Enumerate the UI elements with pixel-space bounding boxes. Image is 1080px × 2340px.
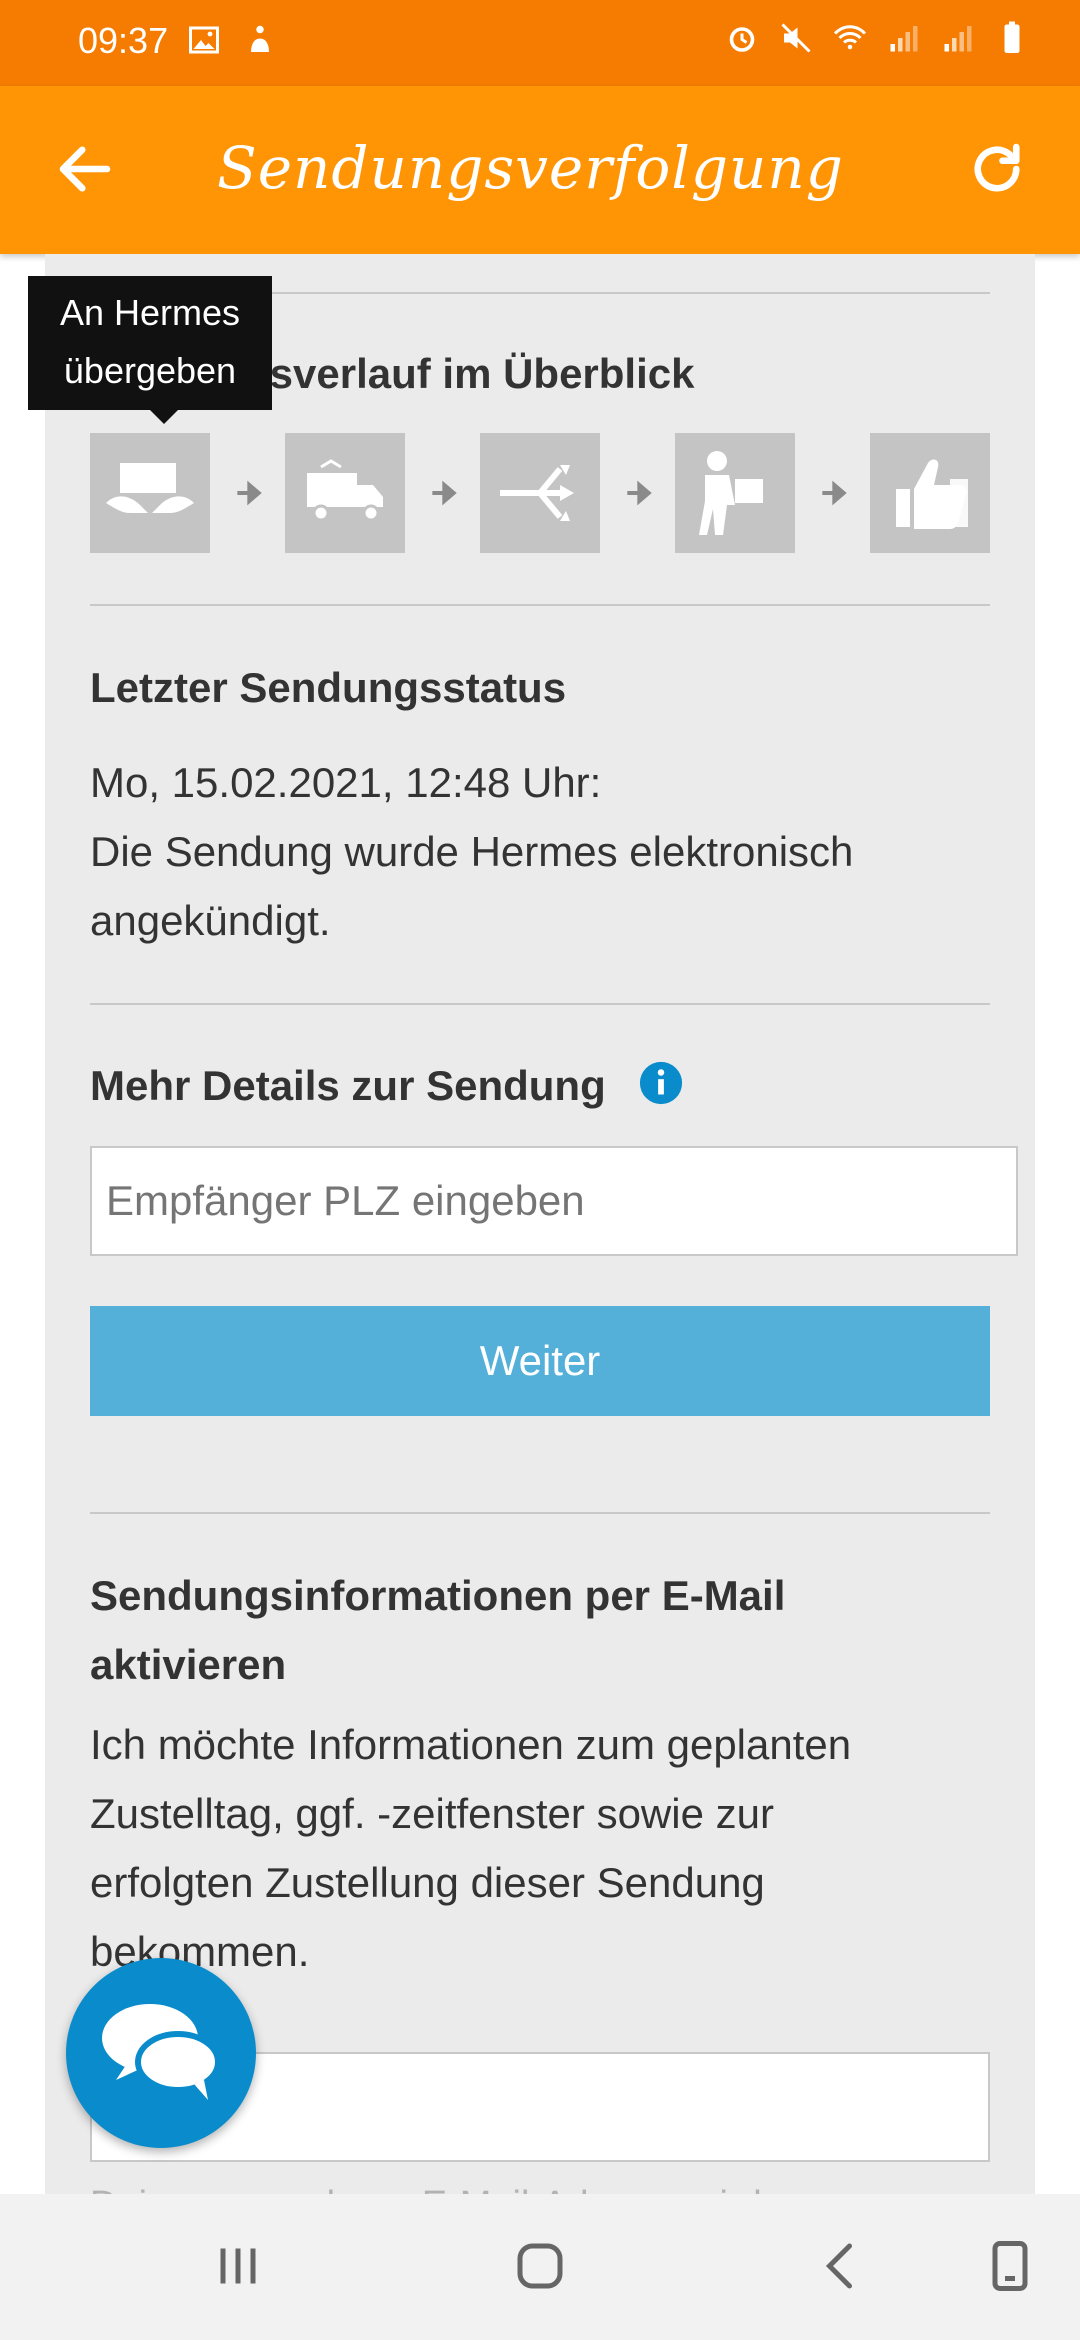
mute-icon [781, 23, 811, 53]
tooltip-line: An Hermes [59, 292, 241, 333]
refresh-icon[interactable] [964, 136, 1030, 202]
weiter-button[interactable]: Weiter [90, 1306, 990, 1416]
arrow-right-icon [822, 480, 847, 506]
divider [90, 1003, 990, 1005]
signal-icon [890, 26, 918, 52]
step-handover[interactable] [90, 433, 210, 553]
home-icon[interactable] [510, 2236, 570, 2296]
tracking-panel: Sendungsverlauf im Überblick Letzter Sen… [45, 254, 1035, 2226]
email-body-2: Zustelltag, ggf. -zeitfenster sowie zur [90, 1790, 774, 1837]
step-distribution[interactable] [480, 433, 600, 553]
app-bar: Sendungsverfolgung [0, 86, 1080, 254]
step-courier[interactable] [675, 433, 795, 553]
divider [90, 604, 990, 606]
step-transport[interactable] [285, 433, 405, 553]
step-delivered[interactable] [870, 433, 990, 553]
status-datetime: Mo, 15.02.2021, 12:48 Uhr: [90, 759, 602, 806]
distribution-icon [500, 465, 574, 521]
page-title: Sendungsverfolgung [217, 134, 844, 202]
divider [90, 1512, 990, 1514]
last-status-heading: Letzter Sendungsstatus [90, 664, 567, 711]
status-text: Die Sendung wurde Hermes elektronisch [90, 828, 854, 875]
wifi-icon [833, 25, 867, 50]
battery-icon [1004, 21, 1020, 53]
back-icon[interactable] [812, 2236, 872, 2296]
navigation-bar [0, 2194, 1080, 2340]
recent-apps-icon[interactable] [208, 2236, 268, 2296]
tooltip-pointer [150, 410, 178, 424]
email-heading: Sendungsinformationen per E-Mail [90, 1572, 786, 1619]
truck-icon [307, 459, 383, 522]
arrow-right-icon [432, 480, 457, 506]
back-arrow-icon[interactable] [52, 136, 118, 202]
courier-icon [699, 451, 763, 535]
step-tooltip: An Hermes übergeben [28, 276, 272, 424]
email-body: Ich möchte Informationen zum geplanten [90, 1721, 852, 1768]
gallery-icon [189, 26, 219, 54]
details-heading: Mehr Details zur Sendung [90, 1062, 606, 1109]
chat-button[interactable] [66, 1958, 256, 2148]
handover-icon [106, 463, 194, 513]
status-text-2: angekündigt. [90, 897, 331, 944]
signal-icon-2 [944, 26, 972, 52]
accessibility-icon [251, 25, 269, 52]
tooltip-line-2: übergeben [63, 350, 237, 391]
info-icon[interactable] [638, 1060, 684, 1106]
email-heading-2: aktivieren [90, 1641, 287, 1688]
email-body-3: erfolgten Zustellung dieser Sendung [90, 1859, 765, 1906]
screen-icon[interactable] [980, 2236, 1040, 2296]
status-bar: 09:37 [0, 0, 1080, 86]
plz-input[interactable] [90, 1146, 1018, 1256]
arrow-right-icon [237, 480, 262, 506]
chat-bubbles-icon [102, 2004, 221, 2100]
alarm-icon [729, 27, 755, 52]
thumbs-up-icon [896, 459, 968, 529]
arrow-right-icon [627, 480, 652, 506]
status-time: 09:37 [78, 20, 169, 61]
